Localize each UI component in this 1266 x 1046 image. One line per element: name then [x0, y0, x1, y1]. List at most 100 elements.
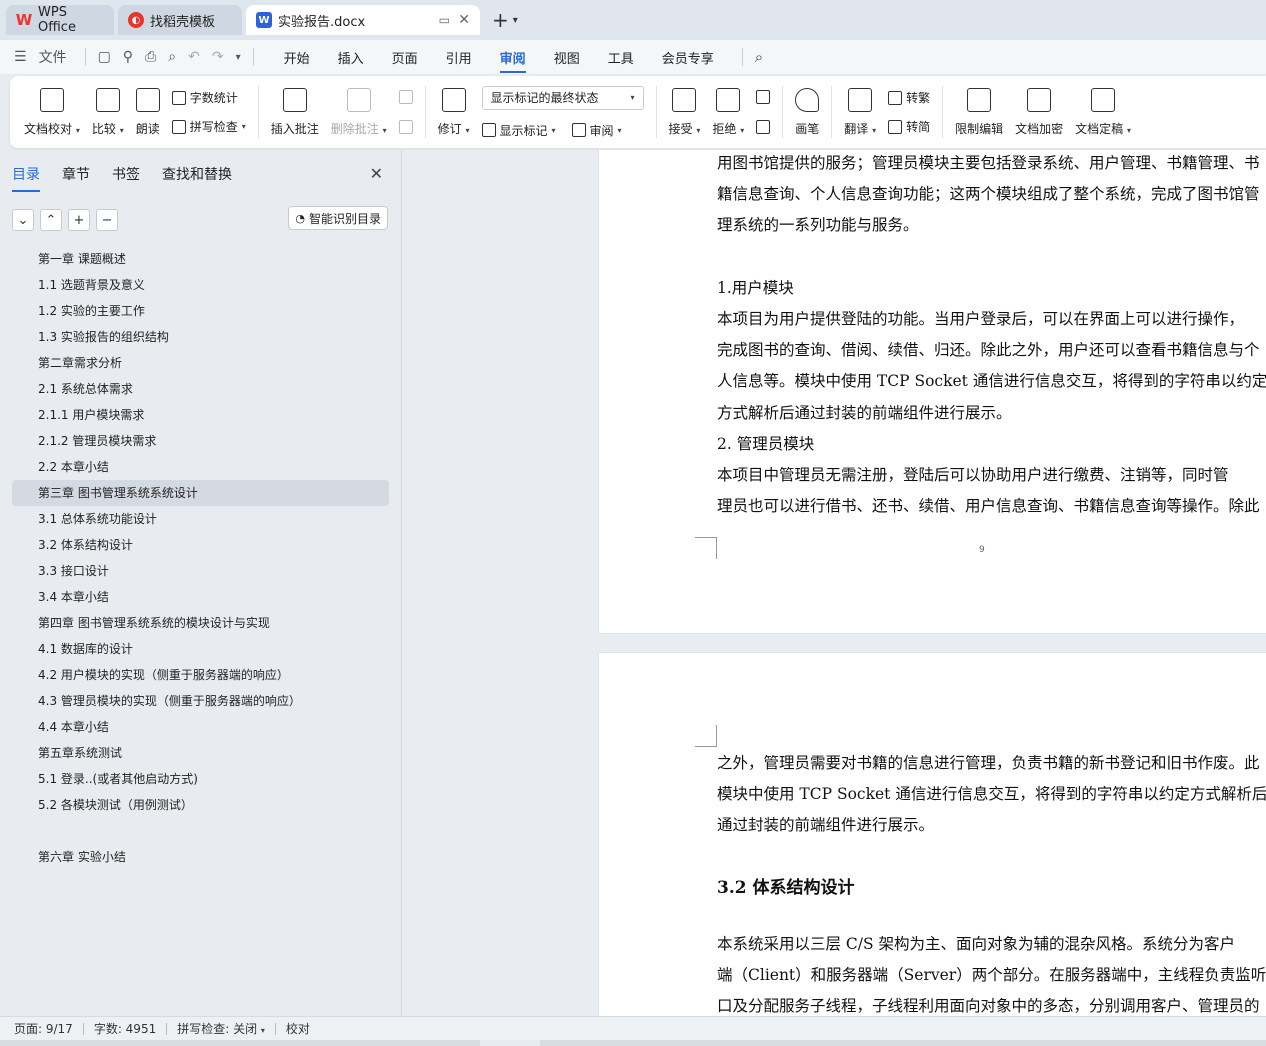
- toc-item[interactable]: 2.1 系统总体需求: [12, 376, 389, 402]
- doc-check-button[interactable]: 文档校对 ▾: [18, 80, 86, 144]
- toc-item[interactable]: 2.1.2 管理员模块需求: [12, 428, 389, 454]
- tab-sections[interactable]: 章节: [62, 164, 90, 184]
- menu-member[interactable]: 会员专享: [662, 48, 714, 67]
- tab-docer-templates[interactable]: ◐ 找稻壳模板: [118, 5, 242, 35]
- document-text-line: 通过封装的前端组件进行展示。: [717, 816, 935, 835]
- menu-page[interactable]: 页面: [392, 48, 418, 67]
- menu-review[interactable]: 审阅: [499, 48, 526, 73]
- word-count-button[interactable]: 字数统计: [171, 89, 246, 106]
- toc-item[interactable]: 5.1 登录..(或者其他启动方式): [12, 766, 389, 792]
- reject-button[interactable]: 拒绝 ▾: [706, 80, 750, 144]
- tab-document[interactable]: W 实验报告.docx ▭ ✕: [246, 5, 480, 35]
- show-markup-button[interactable]: 显示标记 ▾: [481, 122, 556, 139]
- spell-check-indicator[interactable]: 拼写检查: 关闭 ▾: [177, 1020, 265, 1037]
- track-changes-button[interactable]: 修订 ▾: [432, 80, 476, 144]
- delete-comment-icon: [346, 87, 371, 112]
- document-text-line: 本项目中管理员无需注册，登陆后可以协助用户进行缴费、注销等，同时管: [717, 466, 1229, 484]
- more-chevron-icon[interactable]: ▾: [236, 52, 241, 63]
- document-canvas[interactable]: 9 用图书馆提供的服务；管理员模块主要包括登录系统、用户管理、书籍管理、书 籍信息…: [403, 150, 1266, 1016]
- toc-item[interactable]: 1.1 选题背景及意义: [12, 272, 389, 298]
- toc-item[interactable]: 3.1 总体系统功能设计: [12, 506, 389, 532]
- share-icon[interactable]: ⚲: [123, 49, 133, 65]
- next-comment-icon[interactable]: [398, 120, 413, 134]
- previous-comment-icon[interactable]: [398, 90, 413, 104]
- toc-item[interactable]: 4.2 用户模块的实现（侧重于服务器端的响应）: [12, 662, 389, 688]
- toc-item[interactable]: 3.3 接口设计: [12, 558, 389, 584]
- review-pane-button[interactable]: 审阅 ▾: [571, 122, 622, 139]
- undo-icon[interactable]: ↶: [188, 49, 200, 65]
- toc-item[interactable]: 3.2 体系结构设计: [12, 532, 389, 558]
- toc-item[interactable]: 2.2 本章小结: [12, 454, 389, 480]
- toc-item[interactable]: 2.1.1 用户模块需求: [12, 402, 389, 428]
- menu-view[interactable]: 视图: [554, 48, 580, 67]
- horizontal-scrollbar[interactable]: [0, 1040, 1266, 1046]
- delete-comment-button[interactable]: 删除批注 ▾: [325, 80, 393, 144]
- toc-item[interactable]: 1.3 实验报告的组织结构: [12, 324, 389, 350]
- pen-button[interactable]: 画笔: [789, 80, 825, 144]
- page-number: 9: [979, 545, 985, 555]
- menu-insert[interactable]: 插入: [338, 48, 364, 67]
- toc-item[interactable]: 第六章 实验小结: [12, 844, 389, 870]
- restrict-edit-button[interactable]: 限制编辑: [949, 80, 1009, 144]
- toc-item[interactable]: 3.4 本章小结: [12, 584, 389, 610]
- pen-label: 画笔: [795, 121, 820, 136]
- close-tab-icon[interactable]: ✕: [458, 12, 470, 28]
- translate-button[interactable]: 翻译 ▾: [838, 80, 882, 144]
- compare-button[interactable]: 比较 ▾: [86, 80, 130, 144]
- next-change-icon[interactable]: [756, 120, 771, 134]
- spell-check-button[interactable]: 拼写检查 ▾: [171, 118, 246, 135]
- print-icon[interactable]: ⎙: [145, 49, 156, 65]
- page-corner-mark: [695, 725, 717, 747]
- previous-change-icon[interactable]: [756, 90, 771, 104]
- to-traditional-button[interactable]: 转繁: [888, 89, 930, 106]
- menu-tools[interactable]: 工具: [608, 48, 634, 67]
- toc-item[interactable]: 第四章 图书管理系统系统的模块设计与实现: [12, 610, 389, 636]
- toc-item[interactable]: 第三章 图书管理系统系统设计: [12, 480, 389, 506]
- menu-icon[interactable]: ☰: [14, 49, 27, 65]
- new-tab-button[interactable]: + ▾: [492, 8, 528, 32]
- print-preview-icon[interactable]: ⌕: [168, 49, 176, 65]
- show-markup-icon: [481, 123, 496, 137]
- word-count-indicator[interactable]: 字数: 4951: [94, 1020, 156, 1037]
- tab-bookmarks[interactable]: 书签: [112, 164, 140, 184]
- toc-item[interactable]: 4.4 本章小结: [12, 714, 389, 740]
- scrollbar-thumb[interactable]: [480, 1040, 540, 1046]
- search-icon[interactable]: ⌕: [755, 48, 763, 66]
- toc-item[interactable]: 4.3 管理员模块的实现（侧重于服务器端的响应）: [12, 688, 389, 714]
- remove-heading-icon[interactable]: −: [96, 209, 118, 231]
- tab-wps-office[interactable]: W WPS Office: [6, 5, 114, 35]
- redo-icon[interactable]: ↷: [212, 49, 224, 65]
- toc-item[interactable]: 4.1 数据库的设计: [12, 636, 389, 662]
- toc-item[interactable]: 第五章系统测试: [12, 740, 389, 766]
- window-mode-icon[interactable]: ▭: [439, 13, 450, 27]
- page-indicator[interactable]: 页面: 9/17: [14, 1020, 73, 1037]
- proofread-indicator[interactable]: 校对: [286, 1020, 310, 1037]
- toc-item[interactable]: 1.2 实验的主要工作: [12, 298, 389, 324]
- restrict-edit-icon: [967, 87, 992, 112]
- close-icon[interactable]: ✕: [370, 164, 383, 183]
- wps-logo-icon: W: [15, 11, 33, 29]
- collapse-icon[interactable]: ⌃: [40, 209, 62, 231]
- markup-state-select[interactable]: 显示标记的最终状态 ▾: [481, 85, 644, 110]
- accept-button[interactable]: 接受 ▾: [663, 80, 707, 144]
- tab-find-replace[interactable]: 查找和替换: [162, 164, 232, 184]
- toc-item[interactable]: 5.2 各模块测试（用例测试）: [12, 792, 389, 818]
- add-heading-icon[interactable]: +: [68, 209, 90, 231]
- encrypt-button[interactable]: 文档加密: [1009, 80, 1069, 144]
- expand-icon[interactable]: ⌄: [12, 209, 34, 231]
- save-icon[interactable]: ▢: [98, 49, 111, 65]
- menu-home[interactable]: 开始: [284, 48, 310, 67]
- to-simplified-button[interactable]: 转简: [888, 118, 930, 135]
- read-aloud-button[interactable]: 朗读: [130, 80, 166, 144]
- smart-toc-button[interactable]: ◔ 智能识别目录: [288, 206, 388, 230]
- markup-state-value: 显示标记的最终状态: [490, 91, 599, 105]
- document-text-line: 2. 管理员模块: [717, 434, 815, 453]
- tab-toc[interactable]: 目录: [12, 164, 40, 192]
- spell-check-icon: [171, 119, 186, 134]
- file-menu[interactable]: 文件: [39, 47, 67, 67]
- toc-item[interactable]: 第一章 课题概述: [12, 246, 389, 272]
- toc-item[interactable]: 第二章需求分析: [12, 350, 389, 376]
- menu-references[interactable]: 引用: [446, 48, 472, 67]
- insert-comment-button[interactable]: 插入批注: [265, 80, 325, 144]
- finalize-button[interactable]: 文档定稿 ▾: [1069, 80, 1137, 144]
